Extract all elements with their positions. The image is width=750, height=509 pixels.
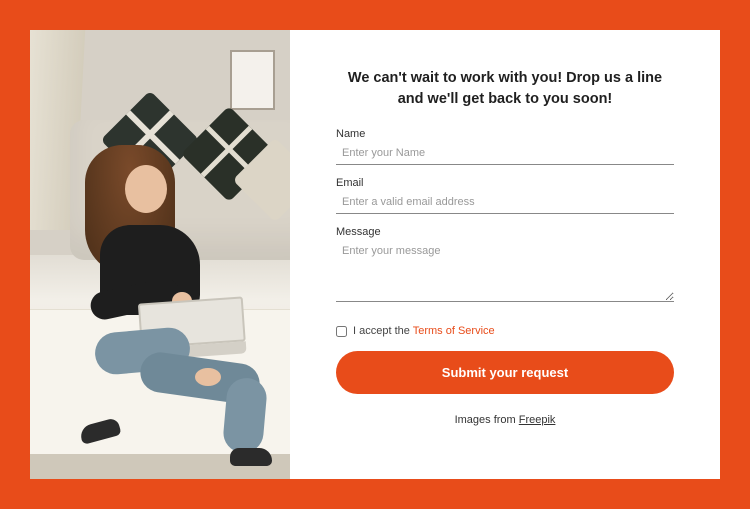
message-label: Message xyxy=(336,226,674,238)
contact-form-panel: We can't wait to work with you! Drop us … xyxy=(290,30,720,479)
submit-button[interactable]: Submit your request xyxy=(336,351,674,394)
name-input[interactable] xyxy=(336,142,674,165)
terms-link[interactable]: Terms of Service xyxy=(413,325,495,337)
terms-text: I accept the Terms of Service xyxy=(353,325,495,337)
hero-image xyxy=(30,30,290,479)
name-field-group: Name xyxy=(336,128,674,165)
message-input[interactable] xyxy=(336,240,674,302)
terms-checkbox[interactable] xyxy=(336,326,347,337)
message-field-group: Message xyxy=(336,226,674,307)
email-input[interactable] xyxy=(336,191,674,214)
image-credit: Images from Freepik xyxy=(336,414,674,426)
email-field-group: Email xyxy=(336,177,674,214)
page-container: We can't wait to work with you! Drop us … xyxy=(30,30,720,479)
form-heading: We can't wait to work with you! Drop us … xyxy=(336,68,674,110)
email-label: Email xyxy=(336,177,674,189)
terms-row: I accept the Terms of Service xyxy=(336,325,674,337)
name-label: Name xyxy=(336,128,674,140)
credit-link[interactable]: Freepik xyxy=(519,414,556,426)
